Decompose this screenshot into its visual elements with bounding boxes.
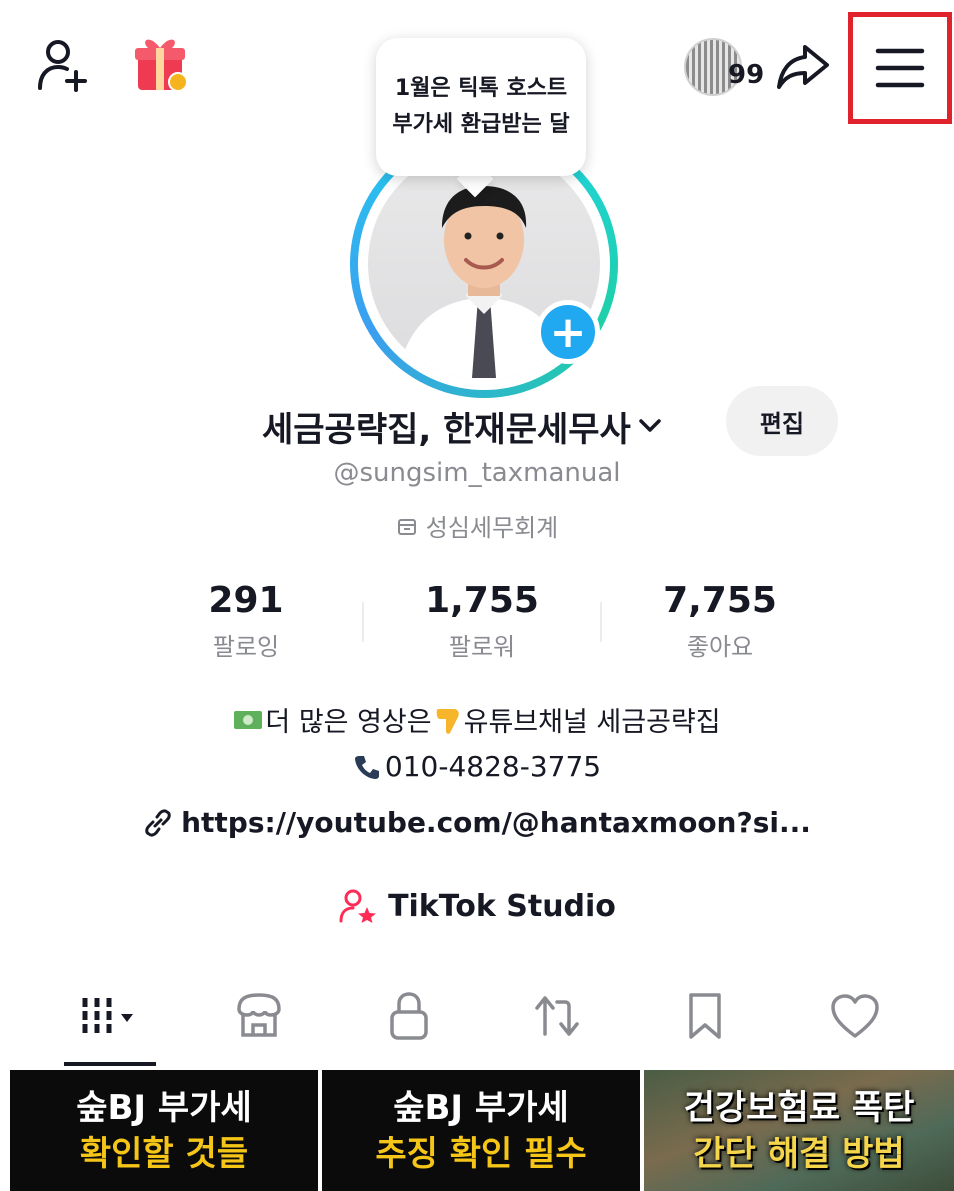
thumbnail-subtitle: 간단 해결 방법	[693, 1133, 905, 1174]
gift-icon	[135, 39, 188, 92]
link-icon	[145, 808, 171, 837]
stat-divider	[600, 602, 602, 642]
stat-label: 좋아요	[686, 633, 754, 661]
video-thumbnail[interactable]: 건강보험료 폭탄 간단 해결 방법	[644, 1070, 954, 1191]
stat-likes[interactable]: 7,755 좋아요	[620, 580, 820, 662]
add-friend-button[interactable]	[28, 30, 98, 100]
pointing-down-icon	[436, 708, 459, 734]
repost-icon	[535, 996, 579, 1036]
story-note-bubble[interactable]: 1월은 틱톡 호스트 부가세 환급받는 달	[376, 38, 586, 176]
video-thumbnail[interactable]: 숲BJ 부가세 확인할 것들	[10, 1070, 318, 1191]
plus-icon: +	[549, 306, 587, 358]
studio-label: TikTok Studio	[388, 888, 616, 924]
gift-button[interactable]	[126, 28, 196, 98]
stat-label: 팔로잉	[212, 633, 280, 661]
bio-line-1-text: 더 많은 영상은	[265, 707, 432, 738]
thumbnail-title: 건강보험료 폭탄	[683, 1087, 915, 1128]
edit-profile-button[interactable]: 편집	[726, 386, 838, 456]
person-plus-icon	[38, 40, 87, 92]
stat-value: 7,755	[663, 580, 777, 621]
stat-value: 1,755	[425, 580, 539, 621]
tab-liked[interactable]	[810, 984, 900, 1048]
heart-icon	[831, 994, 879, 1038]
share-arrow-icon	[777, 45, 829, 89]
bio-line-2: 010-4828-3775	[0, 750, 954, 783]
tab-saved[interactable]	[660, 984, 750, 1048]
badge-count: 99	[728, 60, 765, 90]
video-thumbnail[interactable]: 숲BJ 부가세 추징 확인 필수	[322, 1070, 640, 1191]
profile-name-switcher[interactable]: 세금공략집, 한재문세무사	[262, 398, 663, 454]
hamburger-menu-icon	[875, 48, 925, 88]
tab-videos[interactable]	[66, 984, 156, 1048]
stat-value: 291	[208, 580, 284, 621]
thumbnail-title: 숲BJ 부가세	[76, 1087, 252, 1128]
organization[interactable]: 성심세무회계	[0, 508, 954, 543]
phone-icon	[354, 755, 379, 779]
lock-icon	[390, 992, 428, 1040]
tiktok-studio-button[interactable]: TikTok Studio	[0, 888, 954, 924]
chevron-down-icon	[639, 419, 661, 432]
add-story-button[interactable]: +	[536, 300, 600, 364]
visitors-badge[interactable]: 99	[680, 32, 764, 96]
active-tab-indicator	[64, 1062, 156, 1066]
thumbnail-subtitle: 확인할 것들	[79, 1133, 249, 1174]
username-handle: @sungsim_taxmanual	[333, 458, 621, 488]
building-icon	[397, 518, 416, 535]
thumbnail-title: 숲BJ 부가세	[393, 1087, 569, 1128]
tab-shop[interactable]	[214, 984, 304, 1048]
videos-grid-icon	[82, 998, 133, 1034]
thumbnail-subtitle: 추징 확인 필수	[375, 1133, 587, 1174]
studio-person-star-icon	[339, 889, 377, 923]
shop-icon	[237, 993, 281, 1037]
tab-reposts[interactable]	[512, 984, 602, 1048]
bio-line-1: 더 많은 영상은 유튜브채널 세금공략집	[0, 700, 954, 739]
stat-divider	[362, 602, 364, 642]
organization-name: 성심세무회계	[425, 514, 559, 542]
tab-private[interactable]	[364, 984, 454, 1048]
stat-following[interactable]: 291 팔로잉	[146, 580, 346, 662]
edit-label: 편집	[759, 409, 805, 438]
profile-name: 세금공략집, 한재문세무사	[262, 409, 631, 450]
money-icon	[234, 710, 263, 729]
bio-link[interactable]: https://youtube.com/@hantaxmoon?si...	[0, 806, 954, 839]
menu-button[interactable]	[848, 12, 952, 124]
story-note-text: 1월은 틱톡 호스트 부가세 환급받는 달	[392, 76, 570, 137]
stat-label: 팔로워	[448, 633, 516, 661]
phone-number: 010-4828-3775	[384, 750, 602, 783]
share-button[interactable]	[772, 36, 834, 98]
bio-line-1-suffix: 유튜브채널 세금공략집	[463, 707, 721, 738]
link-url: https://youtube.com/@hantaxmoon?si...	[181, 806, 811, 839]
stat-followers[interactable]: 1,755 팔로워	[382, 580, 582, 662]
bookmark-icon	[689, 993, 721, 1039]
